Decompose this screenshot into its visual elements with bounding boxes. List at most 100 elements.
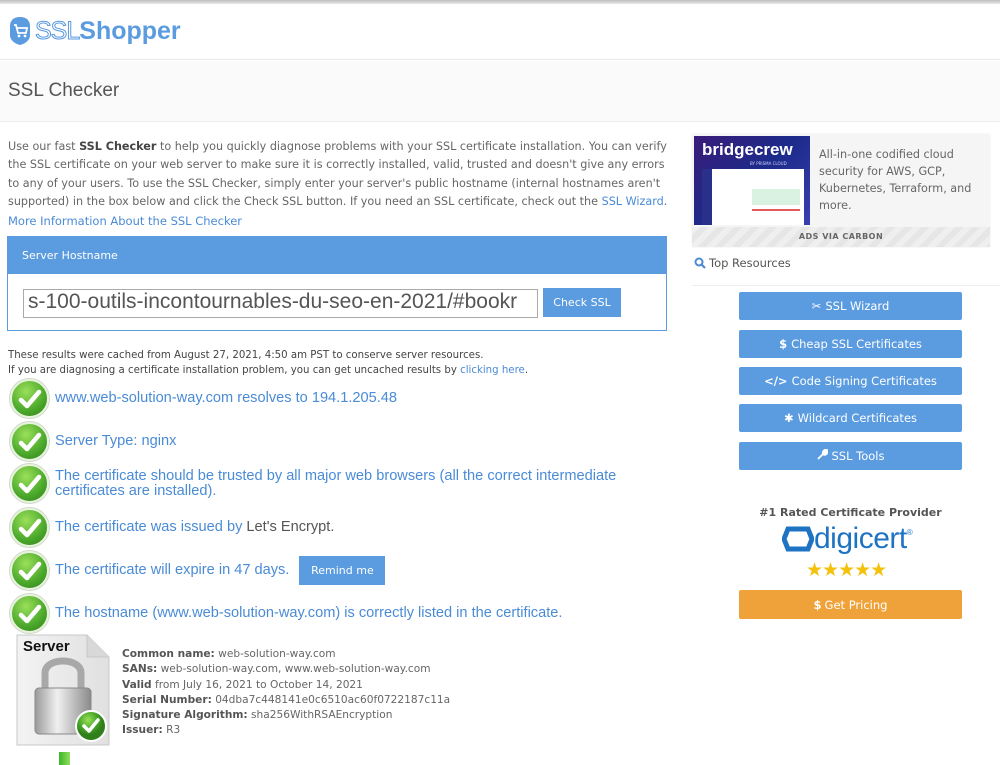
label: Common name: [122,648,215,660]
asterisk-icon: ✱ [783,411,794,425]
green-check-icon [10,551,49,590]
cert-common-name: Common name: web-solution-way.com [122,647,450,662]
cheap-ssl-button[interactable]: $ Cheap SSL Certificates [739,330,962,358]
issuer-name: Let's Encrypt. [246,519,335,535]
label: SANs: [122,663,158,676]
code-icon: </> [764,374,788,388]
value: web-solution-way.com [214,648,336,660]
logo-shopper-text: Shopper [79,16,181,45]
wrench-icon [816,448,829,463]
green-check-icon [10,508,49,547]
result-row-trusted: The certificate should be trusted by all… [10,464,675,503]
green-check-icon [10,594,49,633]
green-check-icon [10,379,49,418]
top-resources-heading: Top Resources [694,256,791,270]
cert-valid: Valid from July 16, 2021 to October 14, … [122,678,450,693]
button-label: Code Signing Certificates [791,374,937,388]
shield-cart-icon [10,17,30,45]
green-check-icon [10,464,49,503]
rating-stars: ★★★★★ [806,559,887,581]
digicert-mark-icon [782,526,814,552]
hostname-form: Server Hostname s-100-outils-incontourna… [7,236,667,331]
result-row-expiry: The certificate will expire in 47 days. … [10,551,386,590]
value: from July 16, 2021 to October 14, 2021 [151,678,363,691]
green-check-icon [10,422,49,461]
ad-text[interactable]: All-in-one codified cloud security for A… [819,146,979,214]
value: sha256WithRSAEncryption [247,709,393,722]
button-label: Get Pricing [824,597,888,612]
hostname-label: Server Hostname [8,237,666,274]
divider [692,285,1000,286]
ad-screenshot [702,169,804,225]
remind-me-button[interactable]: Remind me [299,556,386,585]
title-bar: SSL Checker [0,61,1000,122]
cache-notice-end: . [524,365,529,376]
registered-mark: ® [906,527,913,537]
chain-connector [59,752,70,765]
site-header: SSL Shopper [0,4,1000,60]
code-signing-button[interactable]: </> Code Signing Certificates [739,367,962,395]
hostname-input[interactable]: s-100-outils-incontournables-du-seo-en-2… [23,289,538,318]
dollar-icon: $ [813,597,822,612]
result-text: Server Type: nginx [55,433,177,449]
cache-notice-text: If you are diagnosing a certificate inst… [8,365,461,376]
magic-wand-icon: ✂ [811,299,822,313]
digicert-text: digicert [814,522,907,555]
certificate-details: Common name: web-solution-way.com SANs: … [122,647,450,739]
ad-brand: bridgecrew [702,140,793,159]
sslshopper-logo[interactable]: SSL Shopper [8,16,181,46]
intro-end: . [663,194,668,208]
top-resources-label: Top Resources [709,256,791,270]
value: 04dba7c448141e0c6510ac60f0722187c11a [211,693,451,706]
cert-signature: Signature Algorithm: sha256WithRSAEncryp… [122,708,450,723]
logo-ssl-text: SSL [34,16,80,45]
server-label: Server [23,638,70,655]
cert-sans: SANs: web-solution-way.com, www.web-solu… [122,662,450,677]
more-info-link[interactable]: More Information About the SSL Checker [8,214,242,228]
result-row-server-type: Server Type: nginx [10,422,176,461]
value: R3 [162,724,181,737]
value: web-solution-way.com, www.web-solution-w… [157,663,431,676]
result-text: www.web-solution-way.com resolves to 194… [55,390,398,406]
label: Issuer: [122,724,163,737]
carbon-ad[interactable]: bridgecrew BY PRISMA CLOUD All-in-one co… [692,134,990,247]
ssl-wizard-link[interactable]: SSL Wizard [602,195,664,208]
intro-paragraph: Use our fast SSL Checker to help you qui… [8,138,668,211]
server-certificate-icon: Server [15,633,111,748]
ad-brand-sub: BY PRISMA CLOUD [750,161,787,166]
uncached-link[interactable]: clicking here [460,365,525,376]
result-text: The certificate will expire in 47 days. [55,562,290,578]
cache-notice-line1: These results were cached from August 27… [8,350,484,361]
button-label: SSL Wizard [825,299,890,313]
label: Serial Number: [122,693,212,706]
result-row-hostname: The hostname (www.web-solution-way.com) … [10,594,562,633]
dollar-icon: $ [779,337,788,351]
page-title: SSL Checker [8,80,120,101]
cert-issuer: Issuer: R3 [122,723,450,738]
result-text: The certificate should be trusted by all… [55,467,617,499]
cert-serial: Serial Number: 04dba7c448141e0c6510ac60f… [122,693,450,708]
ssl-tools-button[interactable]: SSL Tools [739,442,962,470]
label: Signature Algorithm: [122,709,248,722]
ad-image[interactable]: bridgecrew BY PRISMA CLOUD [694,136,810,225]
cache-notice: These results were cached from August 27… [8,348,528,378]
issuer-prefix: The certificate was issued by [55,519,247,535]
rated-provider-heading: #1 Rated Certificate Provider [759,506,942,519]
intro-text: Use our fast [8,140,80,153]
search-icon [694,257,706,269]
ads-via-carbon[interactable]: ADS VIA CARBON [692,227,990,247]
cache-notice-line2: If you are diagnosing a certificate inst… [8,363,528,378]
result-text: The hostname (www.web-solution-way.com) … [55,605,563,621]
result-row-issuer: The certificate was issued by Let's Encr… [10,508,334,547]
button-label: Cheap SSL Certificates [791,337,922,351]
check-ssl-button[interactable]: Check SSL [543,288,621,317]
result-text: The certificate was issued by Let's Encr… [55,520,334,535]
button-label: Wildcard Certificates [797,411,918,425]
ssl-wizard-button[interactable]: ✂ SSL Wizard [739,292,962,320]
result-row-resolve: www.web-solution-way.com resolves to 194… [10,379,397,418]
button-label: SSL Tools [831,449,885,463]
get-pricing-button[interactable]: $ Get Pricing [739,590,962,619]
wildcard-button[interactable]: ✱ Wildcard Certificates [739,404,962,432]
digicert-logo[interactable]: digicert ® [782,522,913,556]
hostname-input-value: s-100-outils-incontournables-du-seo-en-2… [28,290,518,313]
